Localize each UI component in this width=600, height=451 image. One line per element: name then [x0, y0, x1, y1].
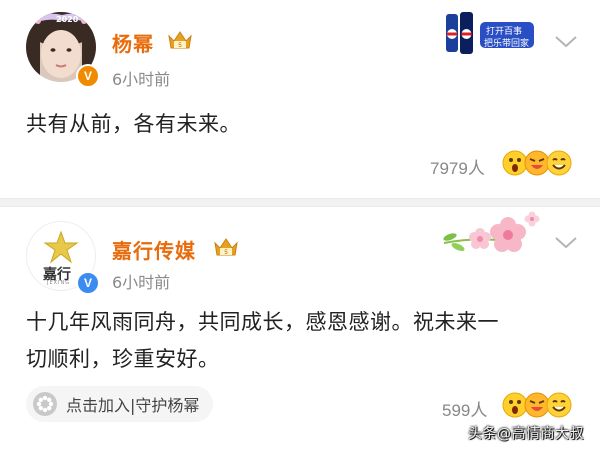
verified-badge-icon: V [76, 64, 100, 88]
verified-badge-icon: V [76, 271, 100, 295]
post-text-line-1: 十几年风雨同舟，共同成长，感恩感谢。祝未来一 [26, 310, 499, 334]
chevron-down-icon[interactable] [553, 235, 579, 251]
crown-icon: 5 [214, 238, 238, 256]
user-name[interactable]: 杨幂 [112, 28, 154, 57]
like-count[interactable]: 7979人 [430, 154, 485, 179]
emoji-smile-icon [546, 392, 572, 418]
avatar-subtext: JEXING [47, 280, 71, 286]
chevron-down-icon[interactable] [553, 34, 579, 50]
guard-label: 点击加入|守护杨幂 [66, 396, 200, 415]
watermark: 头条@高情商大叔 [468, 426, 584, 442]
post-jiaxing: 嘉行 JEXING V 嘉行传媒 5 6小时前 十几年风雨同舟，共同成长，感恩感… [0, 207, 600, 451]
settings-icon [33, 392, 57, 416]
post-time: 6小时前 [112, 273, 171, 292]
post-text: 共有从前，各有未来。 [26, 112, 241, 136]
post-text-line-2: 切顺利，珍重安好。 [26, 347, 220, 371]
user-name[interactable]: 嘉行传媒 [112, 235, 196, 264]
like-count[interactable]: 599人 [442, 396, 487, 421]
post-divider [0, 198, 600, 207]
post-yangmi: 2020 V 杨幂 5 6小时前 打开百事 把乐带回家 共有从前，各有未来。 7… [0, 0, 600, 198]
guard-button[interactable]: 点击加入|守护杨幂 [26, 386, 214, 422]
flower-decoration [443, 211, 540, 252]
pepsi-ad[interactable]: 打开百事 把乐带回家 [444, 10, 536, 58]
avatar-text: 2020 [56, 15, 79, 24]
ad-text-2: 把乐带回家 [484, 39, 530, 49]
emoji-smile-icon [546, 150, 572, 176]
crown-icon: 5 [168, 31, 192, 49]
post-time: 6小时前 [112, 70, 171, 89]
